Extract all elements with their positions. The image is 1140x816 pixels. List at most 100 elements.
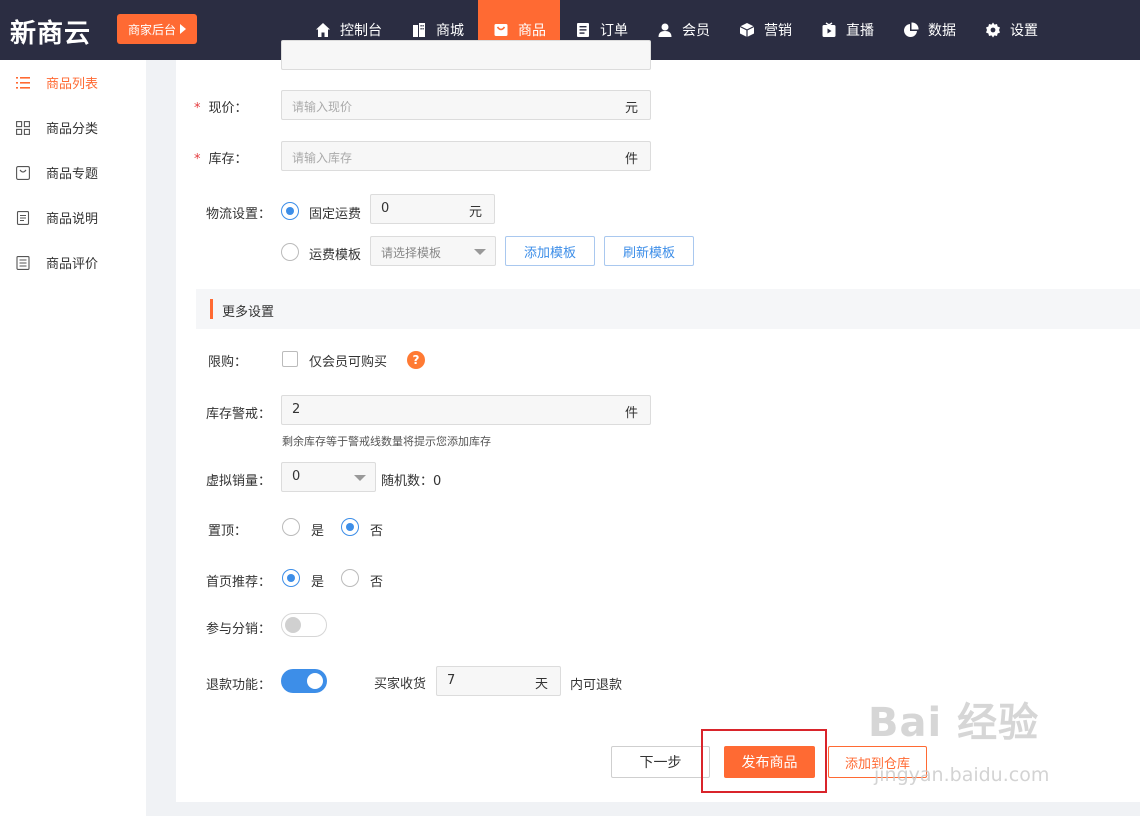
refund-days-value: 7 (447, 673, 456, 688)
caret-right-icon (180, 24, 186, 34)
sidebar-item-label: 商品列表 (46, 77, 99, 92)
cube-icon (738, 21, 756, 39)
app-logo[interactable]: 新商云 (10, 13, 91, 50)
freight-template-select[interactable]: 请选择模板 (370, 236, 496, 266)
nav-label: 数据 (928, 23, 956, 39)
stock-field[interactable]: 请输入库存 件 (281, 141, 651, 171)
section-marker (210, 299, 213, 319)
fixed-freight-field[interactable]: 0 元 (370, 194, 495, 224)
pin-top-no-label: 否 (370, 524, 384, 539)
merchant-backend-button[interactable]: 商家后台 (117, 14, 197, 44)
price-field[interactable]: 请输入现价 元 (281, 90, 651, 120)
nav-label: 会员 (682, 23, 710, 39)
fixed-freight-unit: 元 (468, 205, 482, 220)
live-icon (820, 21, 838, 39)
stock-alert-label: 库存警戒： (206, 407, 272, 422)
add-template-button[interactable]: 添加模板 (505, 236, 595, 266)
nav-marketing[interactable]: 营销 (724, 0, 806, 60)
home-icon (314, 21, 332, 39)
refund-days-field[interactable]: 7 天 (436, 666, 561, 696)
pin-top-yes-radio[interactable] (282, 518, 300, 536)
sidebar-item-product-list[interactable]: 商品列表 (0, 60, 146, 105)
freight-template-placeholder: 请选择模板 (381, 246, 442, 260)
refresh-template-button[interactable]: 刷新模板 (604, 236, 694, 266)
logistics-label: 物流设置： (206, 207, 272, 222)
nav-label: 设置 (1010, 23, 1038, 39)
refund-days-unit: 天 (534, 677, 548, 692)
building-icon (410, 21, 428, 39)
limit-label: 限购： (208, 355, 248, 370)
members-only-label: 仅会员可购买 (309, 355, 388, 370)
random-number-label: 随机数：0 (381, 474, 442, 489)
nav-label: 订单 (600, 23, 628, 39)
sidebar-item-label: 商品评价 (46, 257, 99, 272)
distribution-toggle[interactable] (281, 613, 327, 637)
stock-unit: 件 (624, 152, 638, 167)
fixed-freight-value: 0 (381, 201, 390, 216)
pin-top-yes-label: 是 (311, 524, 325, 539)
next-step-button[interactable]: 下一步 (611, 746, 710, 778)
help-icon[interactable]: ? (407, 351, 425, 369)
merchant-backend-label: 商家后台 (127, 22, 176, 37)
list-icon (16, 76, 30, 90)
home-recommend-yes-radio[interactable] (282, 569, 300, 587)
members-only-checkbox[interactable] (282, 351, 298, 367)
sidebar-item-label: 商品说明 (46, 212, 99, 227)
stock-alert-value: 2 (292, 402, 301, 417)
price-placeholder: 请输入现价 (292, 100, 353, 114)
pin-top-no-radio[interactable] (341, 518, 359, 536)
user-icon (656, 21, 674, 39)
sidebar-item-product-description[interactable]: 商品说明 (0, 195, 146, 240)
sidebar-item-product-topic[interactable]: 商品专题 (0, 150, 146, 195)
nav-label: 控制台 (340, 23, 382, 39)
price-label: * 现价： (194, 97, 248, 116)
stock-placeholder: 请输入库存 (292, 151, 353, 165)
fixed-freight-radio[interactable] (281, 202, 299, 220)
nav-label: 直播 (846, 23, 874, 39)
chevron-down-icon (354, 475, 366, 481)
sidebar-item-product-category[interactable]: 商品分类 (0, 105, 146, 150)
freight-template-label: 运费模板 (309, 248, 362, 263)
grid-icon (16, 120, 30, 135)
review-icon (16, 255, 30, 270)
sidebar-item-label: 商品专题 (46, 167, 99, 182)
distribution-label: 参与分销： (206, 622, 272, 637)
pin-top-label: 置顶： (208, 524, 248, 539)
sidebar-item-product-review[interactable]: 商品评价 (0, 240, 146, 285)
virtual-sales-label: 虚拟销量： (206, 474, 272, 489)
refund-suffix-label: 内可退款 (570, 678, 623, 693)
nav-settings[interactable]: 设置 (970, 0, 1052, 60)
nav-label: 营销 (764, 23, 792, 39)
nav-members[interactable]: 会员 (642, 0, 724, 60)
nav-data[interactable]: 数据 (888, 0, 970, 60)
price-unit: 元 (624, 101, 638, 116)
order-icon (574, 21, 592, 39)
fixed-freight-label: 固定运费 (309, 207, 362, 222)
highlight-annotation (701, 729, 827, 793)
stock-label-text: 库存： (208, 152, 248, 167)
refund-toggle[interactable] (281, 669, 327, 693)
stock-alert-field[interactable]: 2 件 (281, 395, 651, 425)
virtual-sales-value: 0 (292, 469, 301, 484)
home-recommend-yes-label: 是 (311, 575, 325, 590)
pie-chart-icon (902, 21, 920, 39)
home-recommend-no-radio[interactable] (341, 569, 359, 587)
home-recommend-label: 首页推荐： (206, 575, 272, 590)
freight-template-radio[interactable] (281, 243, 299, 261)
baidu-watermark: Bai 经验 (868, 700, 1040, 746)
scrolled-field[interactable] (281, 40, 651, 70)
nav-label: 商品 (518, 23, 546, 39)
virtual-sales-select[interactable]: 0 (281, 462, 376, 492)
nav-label: 商城 (436, 23, 464, 39)
doc-icon (16, 210, 30, 225)
refund-label: 退款功能： (206, 678, 272, 693)
nav-live[interactable]: 直播 (806, 0, 888, 60)
home-recommend-no-label: 否 (370, 575, 384, 590)
chevron-down-icon (474, 249, 486, 255)
sidebar-item-label: 商品分类 (46, 122, 99, 137)
more-settings-title: 更多设置 (222, 305, 275, 320)
gear-icon (984, 21, 1002, 39)
bag-icon (492, 21, 510, 39)
topic-icon (16, 165, 30, 180)
more-settings-header: 更多设置 (196, 289, 1140, 329)
